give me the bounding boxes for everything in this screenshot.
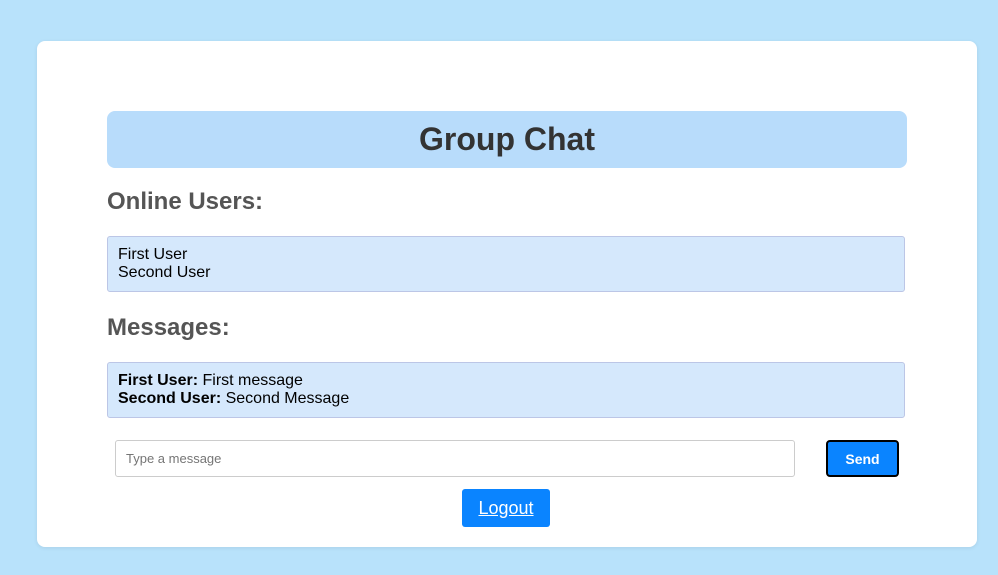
chat-card: Group Chat Online Users: First User Seco… xyxy=(37,41,977,547)
messages-list: First User: First message Second User: S… xyxy=(107,362,905,418)
online-users-heading: Online Users: xyxy=(107,188,264,215)
message-text: Second Message xyxy=(225,390,350,407)
message-author: First User: xyxy=(118,372,199,389)
chat-header: Group Chat xyxy=(107,111,907,168)
messages-heading: Messages: xyxy=(107,314,230,341)
logout-button[interactable]: Logout xyxy=(462,489,550,527)
message-author: Second User: xyxy=(118,390,222,407)
message-item: First User: First message xyxy=(118,372,894,390)
send-button[interactable]: Send xyxy=(826,440,899,477)
online-users-list: First User Second User xyxy=(107,236,905,292)
online-user-item: Second User xyxy=(118,264,211,281)
online-user-item: First User xyxy=(118,246,188,263)
page-title: Group Chat xyxy=(419,121,595,157)
message-input[interactable] xyxy=(115,440,795,477)
message-item: Second User: Second Message xyxy=(118,390,894,408)
message-text: First message xyxy=(202,372,303,389)
